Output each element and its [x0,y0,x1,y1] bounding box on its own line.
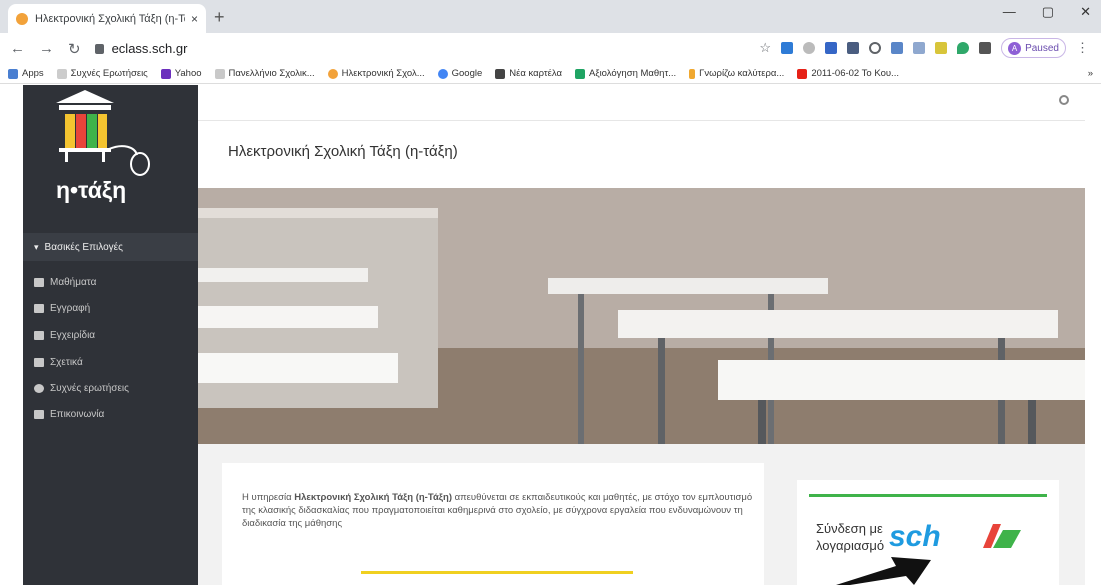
extension-icon[interactable] [869,42,882,54]
menu-header-label: Βασικές Επιλογές [44,241,123,253]
back-icon[interactable]: ← [10,40,25,57]
youtube-icon [797,68,808,79]
top-strip [198,85,1085,121]
extension-icon[interactable] [891,42,904,54]
phone-icon [34,410,44,419]
page-title: Ηλεκτρονική Σχολική Τάξη (η-τάξη) [228,143,458,160]
site-favicon-icon [16,12,28,25]
bookmark-item[interactable]: Νέα καρτέλα [495,68,562,79]
extension-icon[interactable] [957,42,970,54]
bookmark-item[interactable]: Συχνές Ερωτήσεις [56,68,148,79]
extension-icon[interactable] [935,42,948,54]
page-icon [56,68,67,79]
bookmark-item[interactable]: Yahoo [160,68,202,79]
sidebar-item-register[interactable]: Εγγραφή [34,303,90,314]
close-window-icon[interactable]: ✕ [1080,4,1091,20]
edit-icon [34,304,44,313]
sch-logo-text: sch [889,520,941,553]
tab-title: Ηλεκτρονική Σχολική Τάξη (η-Τά [35,12,185,25]
eclass-icon [327,68,338,79]
sidebar-item-label: Εγγραφή [50,303,91,314]
hero-classroom-image [198,188,1085,444]
forward-icon[interactable]: → [39,40,54,57]
bookmarks-bar: Apps Συχνές Ερωτήσεις Yahoo Πανελλήνιο Σ… [0,64,1101,84]
bookmark-item[interactable]: Ηλεκτρονική Σχολ... [327,68,425,79]
extension-icon[interactable] [979,42,992,54]
bookmarks-overflow-icon[interactable]: » [1088,68,1093,79]
login-label: Σύνδεση με λογαριασμό [816,521,885,553]
sidebar-item-courses[interactable]: Μαθήματα [34,277,96,288]
settings-icon[interactable] [1059,95,1069,105]
url-text: eclass.sch.gr [111,41,188,56]
extension-icon[interactable] [825,42,838,54]
main-content: Ηλεκτρονική Σχολική Τάξη (η-τάξη) Η υπηρ… [198,85,1085,585]
browser-tab[interactable]: Ηλεκτρονική Σχολική Τάξη (η-Τά × [8,4,206,33]
sidebar-item-contact[interactable]: Επικοινωνία [34,409,104,420]
sidebar-item-label: Μαθήματα [50,277,97,288]
yahoo-icon [160,68,171,79]
bookmark-item[interactable]: Google [437,68,482,79]
question-icon [34,384,44,393]
green-divider [809,494,1047,497]
document-icon [34,331,44,340]
lock-icon [94,43,104,54]
bars-icon [689,68,696,79]
bookmark-star-icon[interactable]: ☆ [759,40,771,56]
new-tab-button[interactable]: + [214,7,225,28]
restore-icon[interactable]: ▢ [1042,4,1054,20]
sidebar-item-manuals[interactable]: Εγχειρίδια [34,330,95,341]
card-icon [34,358,44,367]
intro-text: Η υπηρεσία Ηλεκτρονική Σχολική Τάξη (η-Τ… [242,492,753,529]
extension-icon[interactable] [803,42,816,54]
sidebar-item-label: Συχνές ερωτήσεις [50,383,129,394]
sidebar-item-label: Επικοινωνία [50,409,105,420]
forms-icon [574,68,585,79]
bookmark-item[interactable]: 2011-06-02 Το Κου... [797,68,899,79]
google-icon [437,68,448,79]
extensions-toolbar: ☆ A Paused ⋮ [759,38,1089,58]
classroom-desks-image [198,188,1085,444]
sch-gr-logo-icon [983,524,1021,548]
sidebar-item-label: Εγχειρίδια [50,330,96,341]
reload-icon[interactable]: ↻ [68,40,81,58]
site-logo[interactable]: η•τάξη [23,85,198,220]
bookmark-item[interactable]: Γνωρίζω καλύτερα... [689,68,784,79]
arrow-pointer-icon [836,557,931,585]
graduation-cap-icon [34,278,44,287]
menu-header[interactable]: ▾ Βασικές Επιλογές [23,233,198,261]
extension-icon[interactable] [781,42,794,54]
minimize-icon[interactable]: — [1003,4,1016,20]
apps-grid-icon [8,68,18,79]
intro-card: Η υπηρεσία Ηλεκτρονική Σχολική Τάξη (η-Τ… [222,463,764,585]
page-icon [495,68,506,79]
profile-button[interactable]: A Paused [1001,38,1066,58]
extension-icon[interactable] [913,42,926,54]
title-bar: Ηλεκτρονική Σχολική Τάξη (η-τάξη) [198,121,1085,188]
browser-tab-bar: Ηλεκτρονική Σχολική Τάξη (η-Τά × + — ▢ ✕ [0,0,1101,33]
chevron-down-icon: ▾ [34,241,39,252]
sidebar-item-about[interactable]: Σχετικά [34,357,83,368]
sidebar: η•τάξη ▾ Βασικές Επιλογές Μαθήματα Εγγρα… [23,85,198,585]
sidebar-item-label: Σχετικά [50,357,83,368]
tab-close-icon[interactable]: × [191,12,198,26]
site-icon [214,68,225,79]
bookmark-item[interactable]: Αξιολόγηση Μαθητ... [574,68,676,79]
url-field[interactable]: eclass.sch.gr [94,41,188,56]
sidebar-item-faq[interactable]: Συχνές ερωτήσεις [34,383,129,394]
menu-kebab-icon[interactable]: ⋮ [1076,40,1089,56]
logo-text: η•τάξη [56,177,127,203]
profile-status: Paused [1025,42,1059,54]
bookmark-item[interactable]: Πανελλήνιο Σχολικ... [214,68,315,79]
extension-icon[interactable] [847,42,860,54]
yellow-divider [361,571,633,574]
bookmark-apps[interactable]: Apps [8,68,44,79]
avatar: A [1008,41,1022,55]
